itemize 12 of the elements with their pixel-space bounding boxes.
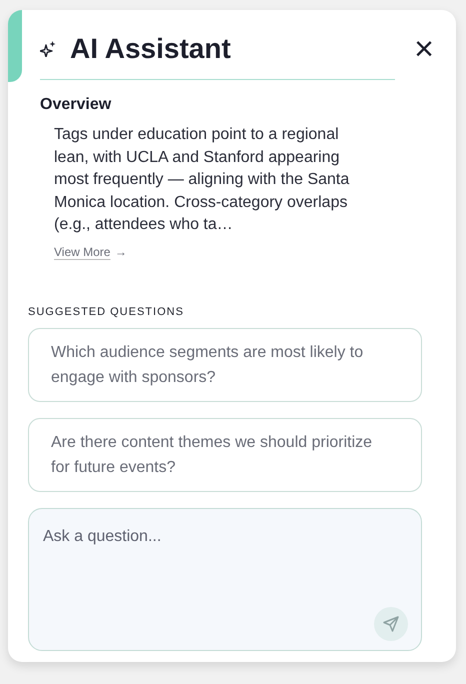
overview-text: Tags under education point to a regional lean, with UCLA and Stanford appearing most frequently — aligning with the Santa Monica location. Cross-category overlaps (e.g., attendees who ta… xyxy=(54,125,350,235)
arrow-icon: → xyxy=(114,244,127,258)
question-input[interactable]: Ask a question... xyxy=(28,508,422,651)
send-icon xyxy=(382,615,400,633)
sparkle-icon xyxy=(40,41,56,57)
view-more-link[interactable]: View More xyxy=(54,242,110,260)
section-label: SUGGESTED QUESTIONS xyxy=(28,304,185,320)
section-heading: Overview xyxy=(40,95,112,115)
panel-title: AI Assistant xyxy=(70,32,231,66)
suggested-question[interactable]: Which audience segments are most likely to engage with sponsors? xyxy=(28,328,422,402)
suggested-question[interactable]: Are there content themes we should prioritize for future events? xyxy=(28,418,422,492)
close-button[interactable]: × xyxy=(414,34,434,64)
